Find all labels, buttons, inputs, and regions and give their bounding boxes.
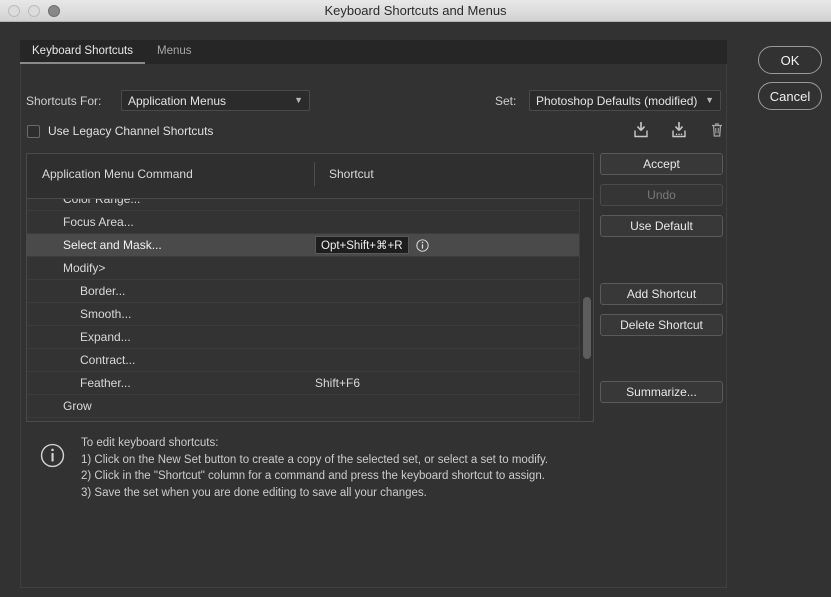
shortcuts-for-label: Shortcuts For: <box>26 94 102 108</box>
tab-keyboard-shortcuts-label: Keyboard Shortcuts <box>32 45 134 57</box>
delete-shortcut-button[interactable]: Delete Shortcut <box>600 314 723 336</box>
save-set-as-icon[interactable] <box>670 121 688 139</box>
row-command: Expand... <box>80 330 131 344</box>
table-row[interactable]: Contract... <box>27 349 580 372</box>
undo-button-label: Undo <box>647 188 676 202</box>
set-select[interactable]: Photoshop Defaults (modified) ▼ <box>529 90 721 111</box>
chevron-down-icon: ▼ <box>294 95 303 105</box>
save-set-icon[interactable] <box>632 121 650 139</box>
set-value: Photoshop Defaults (modified) <box>536 93 698 108</box>
scrollbar-thumb[interactable] <box>583 297 591 359</box>
row-command: Modify> <box>63 261 106 275</box>
table-row[interactable]: Border... <box>27 280 580 303</box>
row-shortcut-value: Shift+F6 <box>315 376 361 390</box>
use-legacy-channel-shortcuts-checkbox[interactable] <box>27 124 40 138</box>
table-row[interactable]: Smooth... <box>27 303 580 326</box>
use-default-button-label: Use Default <box>630 219 693 233</box>
column-header-shortcut: Shortcut <box>329 167 374 181</box>
row-shortcut[interactable]: Shift+F6 <box>315 376 360 390</box>
keyboard-shortcuts-dialog: Keyboard Shortcuts Menus Shortcuts For: … <box>0 22 831 597</box>
vertical-scrollbar[interactable] <box>579 200 592 421</box>
accept-button-label: Accept <box>643 157 680 171</box>
shortcuts-for-value: Application Menus <box>128 93 227 108</box>
table-row[interactable]: Color Range... <box>27 198 580 211</box>
tab-menus-label: Menus <box>157 45 192 57</box>
use-legacy-channel-shortcuts-row[interactable]: Use Legacy Channel Shortcuts <box>27 124 213 138</box>
window-title: Keyboard Shortcuts and Menus <box>324 3 507 18</box>
row-command: Smooth... <box>80 307 132 321</box>
use-default-button[interactable]: Use Default <box>600 215 723 237</box>
row-command: Focus Area... <box>63 215 134 229</box>
row-command: Feather... <box>80 376 131 390</box>
summarize-button-label: Summarize... <box>626 385 697 399</box>
table-row[interactable]: Select and Mask... Opt+Shift+⌘+R <box>27 234 580 257</box>
delete-set-icon[interactable] <box>708 121 726 139</box>
chevron-down-icon: ▼ <box>705 95 714 105</box>
cancel-button-label: Cancel <box>769 88 811 104</box>
ok-button-label: OK <box>780 52 800 68</box>
help-line-1: 1) Click on the New Set button to create… <box>81 453 549 466</box>
set-toolbar <box>632 121 726 139</box>
undo-button: Undo <box>600 184 723 206</box>
row-shortcut[interactable]: Opt+Shift+⌘+R <box>315 236 429 254</box>
row-shortcut-value: Opt+Shift+⌘+R <box>315 236 409 254</box>
window-titlebar: Keyboard Shortcuts and Menus <box>0 0 831 22</box>
add-shortcut-button[interactable]: Add Shortcut <box>600 283 723 305</box>
table-row[interactable]: Focus Area... <box>27 211 580 234</box>
shortcut-rows: Color Range... Focus Area... Select and Ma… <box>27 198 580 418</box>
table-row[interactable]: Expand... <box>27 326 580 349</box>
ok-button[interactable]: OK <box>758 46 822 74</box>
help-line-3: 3) Save the set when you are done editin… <box>81 486 427 499</box>
help-section: To edit keyboard shortcuts: 1) Click on … <box>40 435 548 501</box>
row-command: Select and Mask... <box>63 238 162 252</box>
tab-strip: Keyboard Shortcuts Menus <box>20 40 727 64</box>
summarize-button[interactable]: Summarize... <box>600 381 723 403</box>
shortcuts-for-select[interactable]: Application Menus ▼ <box>121 90 310 111</box>
column-header-command: Application Menu Command <box>42 167 193 181</box>
table-row[interactable]: Modify> <box>27 257 580 280</box>
table-row[interactable]: Grow <box>27 395 580 418</box>
tab-menus[interactable]: Menus <box>145 40 204 64</box>
shortcut-info-icon[interactable] <box>415 238 429 252</box>
help-line-2: 2) Click in the "Shortcut" column for a … <box>81 470 545 482</box>
row-command: Contract... <box>80 353 136 367</box>
help-text: To edit keyboard shortcuts: 1) Click on … <box>81 435 548 501</box>
set-label: Set: <box>495 94 517 108</box>
info-icon <box>40 435 65 473</box>
accept-button[interactable]: Accept <box>600 153 723 175</box>
row-command: Color Range... <box>63 198 141 206</box>
row-command: Border... <box>80 284 126 298</box>
table-row[interactable]: Feather... Shift+F6 <box>27 372 580 395</box>
use-legacy-channel-shortcuts-label: Use Legacy Channel Shortcuts <box>48 124 214 138</box>
table-header: Application Menu Command Shortcut <box>26 153 594 198</box>
tab-keyboard-shortcuts[interactable]: Keyboard Shortcuts <box>20 40 146 64</box>
help-heading: To edit keyboard shortcuts: <box>81 437 219 449</box>
add-shortcut-button-label: Add Shortcut <box>626 287 697 301</box>
delete-shortcut-button-label: Delete Shortcut <box>620 318 703 332</box>
cancel-button[interactable]: Cancel <box>758 82 822 110</box>
column-divider <box>314 162 315 186</box>
shortcut-list[interactable]: Color Range... Focus Area... Select and Ma… <box>26 198 594 422</box>
row-command: Grow <box>63 399 92 413</box>
